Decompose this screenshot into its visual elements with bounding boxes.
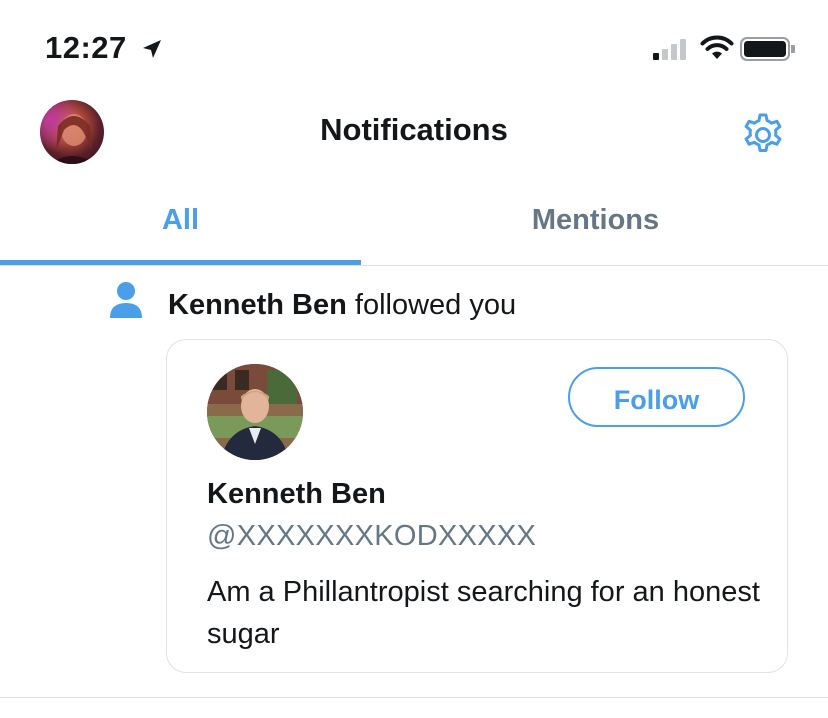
notification-actor[interactable]: Kenneth Ben bbox=[168, 289, 347, 321]
status-bar: 12:27 bbox=[0, 0, 828, 96]
status-time: 12:27 bbox=[45, 30, 127, 65]
tab-all[interactable]: All bbox=[0, 184, 361, 264]
gear-icon[interactable] bbox=[740, 112, 786, 158]
follow-button[interactable]: Follow bbox=[568, 367, 745, 427]
user-avatar[interactable] bbox=[207, 364, 303, 460]
notification-action: followed you bbox=[354, 289, 517, 321]
page-title: Notifications bbox=[320, 112, 508, 147]
cellular-signal-icon bbox=[653, 39, 686, 60]
active-tab-indicator bbox=[0, 260, 361, 265]
user-name[interactable]: Kenneth Ben bbox=[207, 478, 386, 511]
tab-mentions[interactable]: Mentions bbox=[415, 184, 776, 264]
header: Notifications bbox=[0, 96, 828, 176]
location-arrow-icon bbox=[143, 40, 161, 58]
tab-bar: All Mentions bbox=[0, 184, 828, 266]
user-avatar-image bbox=[207, 364, 303, 460]
user-card[interactable]: Follow Kenneth Ben @XXXXXXXKODXXXXX Am a… bbox=[166, 339, 788, 673]
person-icon bbox=[110, 282, 142, 318]
user-handle[interactable]: @XXXXXXXKODXXXXX bbox=[207, 520, 536, 553]
screen: 12:27 Notifications All Mentions Kenneth… bbox=[0, 0, 828, 718]
notification-text: Kenneth Ben followed you bbox=[168, 289, 516, 322]
notification-item[interactable]: Kenneth Ben followed you Follow Kenneth … bbox=[0, 266, 828, 698]
user-bio: Am a Phillantropist searching for an hon… bbox=[207, 576, 760, 650]
wifi-icon bbox=[700, 35, 734, 59]
battery-icon bbox=[740, 37, 795, 61]
